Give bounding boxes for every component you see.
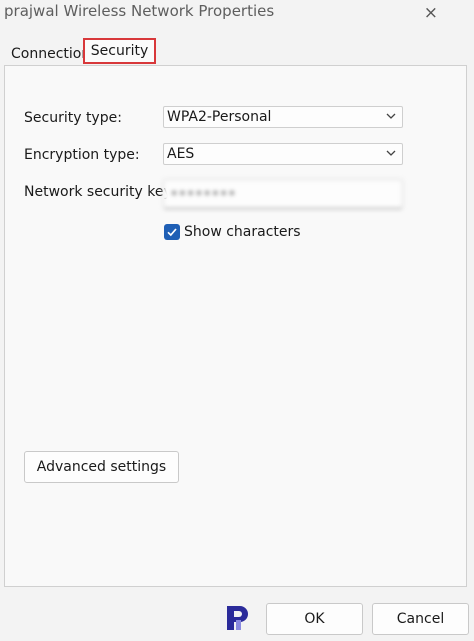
checkmark-icon — [167, 228, 177, 237]
close-icon[interactable]: × — [424, 3, 438, 23]
encryption-type-label: Encryption type: — [24, 147, 140, 163]
encryption-type-value: AES — [167, 146, 195, 162]
show-characters-label[interactable]: Show characters — [184, 224, 301, 240]
chevron-down-icon — [386, 113, 396, 119]
title-bar: prajwal Wireless Network Properties × — [0, 0, 474, 28]
show-characters-checkbox[interactable] — [164, 224, 180, 240]
security-type-label: Security type: — [24, 110, 122, 126]
window-title: prajwal Wireless Network Properties — [4, 2, 275, 20]
chevron-down-icon — [386, 150, 396, 156]
ok-button[interactable]: OK — [266, 603, 363, 635]
watermark-logo-icon — [227, 606, 248, 630]
advanced-settings-button[interactable]: Advanced settings — [24, 451, 179, 483]
tab-connection[interactable]: Connection — [11, 44, 90, 64]
encryption-type-dropdown[interactable]: AES — [163, 143, 403, 165]
network-security-key-label: Network security key — [24, 184, 172, 200]
tab-security[interactable]: Security — [83, 38, 156, 64]
network-security-key-input[interactable] — [163, 179, 403, 209]
security-type-dropdown[interactable]: WPA2-Personal — [163, 106, 403, 128]
security-type-value: WPA2-Personal — [167, 109, 272, 125]
cancel-button[interactable]: Cancel — [372, 603, 469, 635]
